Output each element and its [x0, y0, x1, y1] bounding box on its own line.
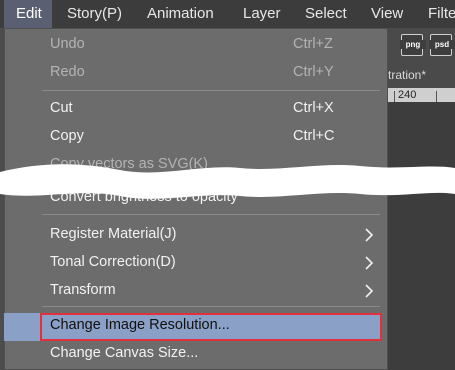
png-export-icon[interactable]: png	[400, 34, 426, 56]
menu-animation[interactable]: Animation	[147, 0, 214, 28]
menu-item-cut[interactable]: Cut	[50, 100, 73, 116]
menu-item-copy[interactable]: Copy	[50, 128, 84, 144]
menu-separator	[42, 306, 380, 307]
canvas-area[interactable]	[388, 102, 455, 370]
shortcut-undo: Ctrl+Z	[293, 36, 333, 52]
submenu-arrow-icon	[365, 228, 374, 242]
menu-edit[interactable]: Edit	[4, 0, 52, 28]
shortcut-cut: Ctrl+X	[293, 100, 334, 116]
menu-separator	[42, 214, 380, 215]
menu-item-change-canvas-size[interactable]: Change Canvas Size...	[50, 345, 198, 361]
document-tab[interactable]: tration*	[388, 64, 455, 86]
menu-item-redo[interactable]: Redo	[50, 64, 85, 80]
horizontal-ruler: 240	[388, 88, 455, 102]
menu-item-transform[interactable]: Transform	[50, 282, 116, 298]
menu-item-undo[interactable]: Undo	[50, 36, 85, 52]
menu-view[interactable]: View	[371, 0, 403, 28]
menu-separator	[42, 90, 380, 91]
menu-filter[interactable]: Filte	[428, 0, 455, 28]
menu-item-register-material[interactable]: Register Material(J)	[50, 226, 177, 242]
ruler-label: 240	[398, 89, 417, 101]
shortcut-redo: Ctrl+Y	[293, 64, 334, 80]
psd-export-icon[interactable]: psd	[429, 34, 455, 56]
submenu-arrow-icon	[365, 284, 374, 298]
change-image-resolution-label: Change Image Resolution...	[50, 317, 230, 333]
menu-layer[interactable]: Layer	[243, 0, 281, 28]
menu-item-tonal-correction[interactable]: Tonal Correction(D)	[50, 254, 176, 270]
shortcut-copy: Ctrl+C	[293, 128, 335, 144]
torn-edge-break	[0, 164, 455, 199]
highlight-gutter	[4, 313, 40, 341]
menu-story[interactable]: Story(P)	[67, 0, 122, 28]
menu-bar: Edit Story(P) Animation Layer Select Vie…	[0, 0, 455, 28]
submenu-arrow-icon	[365, 256, 374, 270]
menu-select[interactable]: Select	[305, 0, 347, 28]
